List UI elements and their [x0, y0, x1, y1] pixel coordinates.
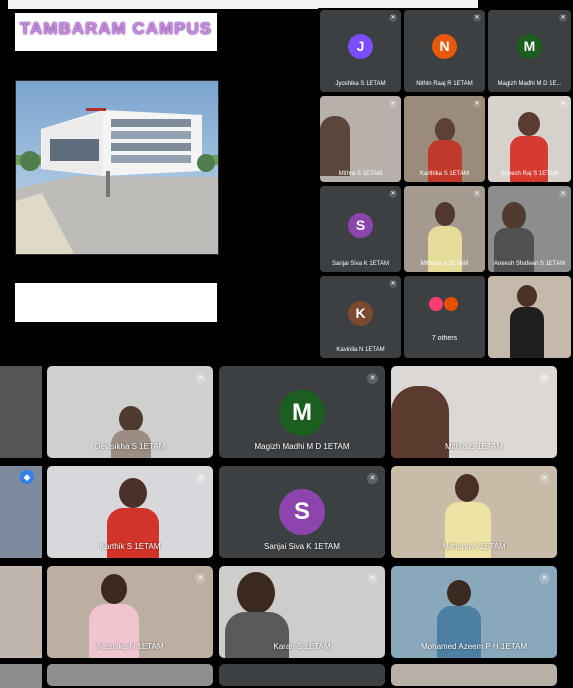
grid-tile-mithuna[interactable]: ✕ Mithuna A 1ETAM [404, 186, 485, 272]
bottom-tile-partial[interactable] [219, 664, 385, 686]
pin-icon[interactable]: ◆ [20, 470, 34, 484]
avatar: K [348, 301, 373, 326]
grid-tile-jyoshika[interactable]: J ✕ Jyoshika S 1ETAM [320, 10, 401, 92]
participant-name: Karan S 1ETAM [273, 642, 331, 651]
bottom-tile-partial[interactable] [47, 664, 213, 686]
avatar: M [279, 390, 325, 436]
avatar: S [279, 489, 325, 535]
participant-name: Karthik S 1ETAM [99, 542, 161, 551]
avatar: S [348, 213, 373, 238]
participant-name: Sanjai Siva K 1ETAM [332, 261, 389, 267]
participant-name: Nithin Raaj R 1ETAM [416, 81, 473, 87]
participant-name: Magizh Madhi M D 1E... [497, 81, 562, 87]
bottom-tile-devisikha[interactable]: ✕ Devisikha S 1ETAM [47, 366, 213, 458]
mic-off-icon: ✕ [473, 14, 481, 22]
grid-tile-others[interactable]: 7 others [404, 276, 485, 358]
participant-name: Srinesh Raj S 1ETAM [500, 171, 559, 177]
participant-name: Aasmika N 1ETAM [96, 642, 164, 651]
mic-off-icon: ✕ [473, 190, 481, 198]
participant-name: Karthika S 1ETAM [420, 171, 469, 177]
person-silhouette [119, 478, 147, 508]
participant-name: Mithuna A 1ETAM [442, 542, 506, 551]
grid-tile-srinesh[interactable]: ✕ Srinesh Raj S 1ETAM [488, 96, 571, 182]
mic-off-icon: ✕ [195, 573, 206, 584]
grid-tile-video-extra[interactable] [488, 276, 571, 358]
mic-off-icon: ✕ [195, 473, 206, 484]
mic-off-icon: ✕ [559, 190, 567, 198]
presentation-caption [15, 283, 217, 322]
mic-off-icon: ✕ [389, 190, 397, 198]
bottom-tile-magizh[interactable]: M ✕ Magizh Madhi M D 1ETAM [219, 366, 385, 458]
people-icon [429, 297, 443, 311]
person-silhouette [517, 285, 537, 307]
grid-tile-kavinila[interactable]: K ✕ Kavinila N 1ETAM [320, 276, 401, 358]
person-silhouette [101, 574, 127, 604]
avatar: J [348, 34, 373, 59]
person-silhouette [237, 572, 275, 614]
grid-tile-mithra[interactable]: ✕ Mithra S 1ETAM [320, 96, 401, 182]
avatar: M [517, 34, 542, 59]
left-edge-tile[interactable] [0, 664, 42, 688]
grid-tile-magizh[interactable]: M ✕ Magizh Madhi M D 1E... [488, 10, 571, 92]
campus-photo [15, 80, 219, 255]
mic-off-icon: ✕ [473, 100, 481, 108]
participant-name: Aneesh Shafeen S 1ETAM [493, 261, 566, 267]
others-count: 7 others [431, 335, 458, 342]
mic-off-icon: ✕ [539, 573, 550, 584]
bottom-tile-karthik[interactable]: ✕ Karthik S 1ETAM [47, 466, 213, 558]
person-silhouette [510, 307, 544, 358]
bottom-tile-sanjai[interactable]: S ✕ Sanjai Siva K 1ETAM [219, 466, 385, 558]
mic-off-icon: ✕ [367, 473, 378, 484]
bottom-tile-aasmika[interactable]: ✕ Aasmika N 1ETAM [47, 566, 213, 658]
bottom-tile-mithra[interactable]: ✕ Mithra S 1ETAM [391, 366, 557, 458]
mic-off-icon: ✕ [389, 100, 397, 108]
grid-tile-karthika[interactable]: ✕ Karthika S 1ETAM [404, 96, 485, 182]
mic-off-icon: ✕ [389, 14, 397, 22]
mic-off-icon: ✕ [559, 100, 567, 108]
mic-off-icon: ✕ [389, 280, 397, 288]
participant-name: Sanjai Siva K 1ETAM [264, 542, 340, 551]
person-silhouette [435, 118, 455, 142]
left-edge-tile[interactable] [0, 366, 42, 458]
participant-name: Kavinila N 1ETAM [336, 347, 385, 353]
person-silhouette [502, 202, 526, 230]
participant-name: Magizh Madhi M D 1ETAM [254, 442, 350, 451]
mic-off-icon: ✕ [367, 373, 378, 384]
bottom-tile-mithuna[interactable]: ✕ Mithuna A 1ETAM [391, 466, 557, 558]
left-edge-tile[interactable] [0, 566, 42, 658]
person-silhouette [518, 112, 540, 136]
grid-tile-aneesh[interactable]: ✕ Aneesh Shafeen S 1ETAM [488, 186, 571, 272]
presentation-banner: TAMBARAM CAMPUS [15, 13, 217, 51]
bottom-tile-karan[interactable]: ✕ Karan S 1ETAM [219, 566, 385, 658]
mic-off-icon: ✕ [559, 14, 567, 22]
mic-off-icon: ✕ [539, 473, 550, 484]
presentation-title: TAMBARAM CAMPUS [19, 19, 213, 38]
participant-name: Mohamed Azeem P H 1ETAM [421, 642, 527, 651]
grid-tile-sanjai[interactable]: S ✕ Sanjai Siva K 1ETAM [320, 186, 401, 272]
participant-name: Devisikha S 1ETAM [94, 442, 166, 451]
person-silhouette [320, 116, 350, 176]
person-silhouette [119, 406, 143, 432]
participant-name: Mithra S 1ETAM [338, 171, 383, 177]
participant-name: Mithra S 1ETAM [444, 442, 504, 451]
mic-off-icon: ✕ [367, 573, 378, 584]
left-edge-tile[interactable]: ◆ [0, 466, 42, 558]
people-icon [444, 297, 458, 311]
avatar: N [432, 34, 457, 59]
bottom-tile-mohamed[interactable]: ✕ Mohamed Azeem P H 1ETAM [391, 566, 557, 658]
campus-photo-illustration [16, 81, 218, 254]
mic-off-icon: ✕ [195, 373, 206, 384]
person-silhouette [435, 202, 455, 226]
mic-off-icon: ✕ [539, 373, 550, 384]
participant-name: Jyoshika S 1ETAM [335, 81, 386, 87]
person-silhouette [455, 474, 479, 502]
grid-tile-nithin[interactable]: N ✕ Nithin Raaj R 1ETAM [404, 10, 485, 92]
person-silhouette [447, 580, 471, 606]
participant-name: Mithuna A 1ETAM [420, 261, 469, 267]
bottom-tile-partial[interactable] [391, 664, 557, 686]
